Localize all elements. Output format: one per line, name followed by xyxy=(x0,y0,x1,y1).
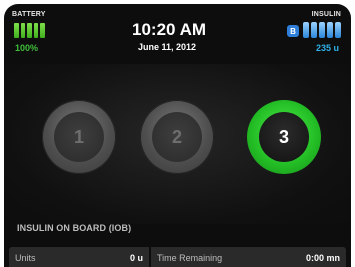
insulin-cartridge-icon xyxy=(303,22,341,38)
insulin-label: INSULIN xyxy=(311,11,341,18)
iob-units-cell: Units 0 u xyxy=(9,247,151,267)
iob-units-value: 0 u xyxy=(129,253,143,263)
iob-time-cell: Time Remaining 0:00 mn xyxy=(151,247,346,267)
iob-title: INSULIN ON BOARD (IOB) xyxy=(17,223,132,233)
bolus-badge-icon: B xyxy=(287,25,299,37)
insulin-units: 235 u xyxy=(315,43,339,53)
profile-button-1-label: 1 xyxy=(54,112,104,162)
profile-button-1[interactable]: 1 xyxy=(42,100,116,174)
battery-label: BATTERY xyxy=(12,11,46,18)
iob-units-label: Units xyxy=(15,253,36,263)
clock-date: June 11, 2012 xyxy=(138,42,197,52)
battery-percent: 100% xyxy=(15,43,39,53)
iob-time-value: 0:00 mn xyxy=(305,253,340,263)
battery-icon xyxy=(14,23,45,38)
profile-button-2[interactable]: 2 xyxy=(140,100,214,174)
profile-button-3[interactable]: 3 xyxy=(247,100,321,174)
iob-row: Units 0 u Time Remaining 0:00 mn xyxy=(9,247,346,267)
iob-time-label: Time Remaining xyxy=(157,253,223,263)
profile-button-3-label: 3 xyxy=(259,112,309,162)
profile-button-2-label: 2 xyxy=(152,112,202,162)
pump-screen: BATTERY 100% 10:20 AM June 11, 2012 INSU… xyxy=(4,4,351,267)
clock-time: 10:20 AM xyxy=(132,20,207,39)
